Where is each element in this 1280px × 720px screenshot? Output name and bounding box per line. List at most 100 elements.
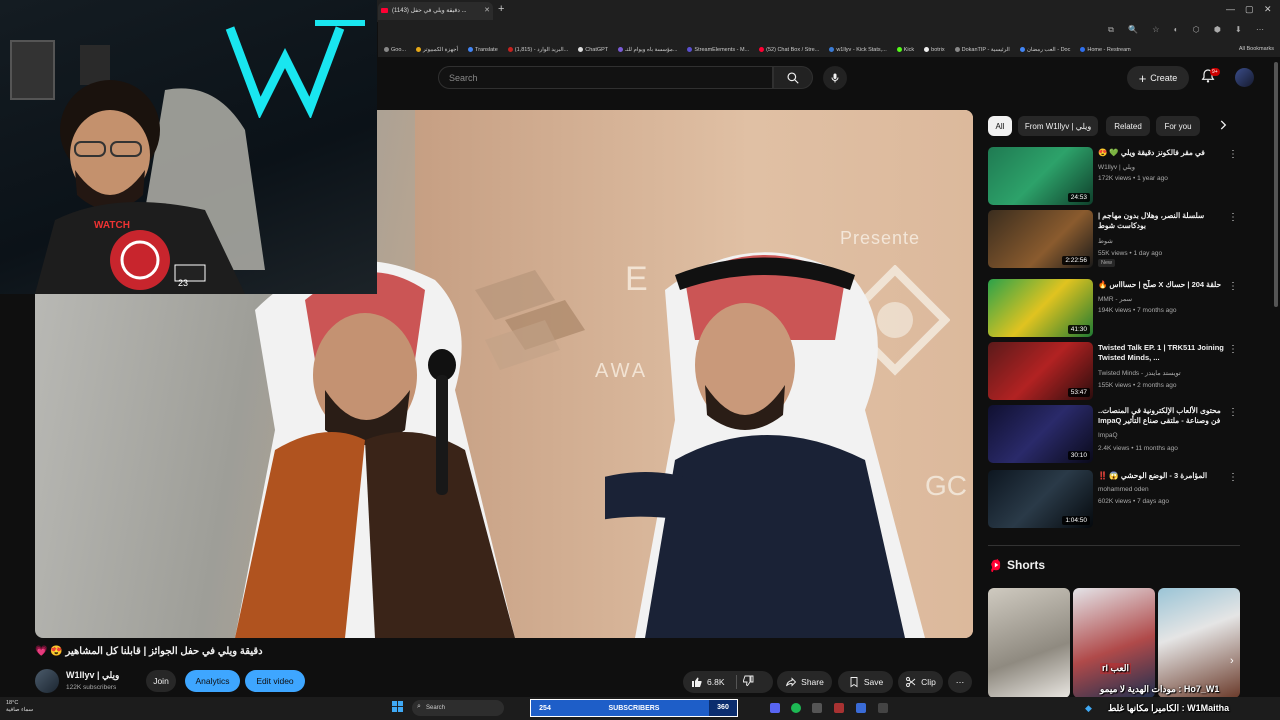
app-icon[interactable] bbox=[878, 703, 888, 713]
more-horizontal-icon: ⋯ bbox=[955, 676, 965, 687]
join-button[interactable]: Join bbox=[146, 670, 176, 692]
microphone-icon bbox=[831, 73, 839, 83]
short-thumbnail[interactable] bbox=[1158, 588, 1240, 698]
more-vertical-icon[interactable]: ⋮ bbox=[1228, 472, 1238, 483]
weather-widget[interactable]: 18°C سماء صافية bbox=[6, 700, 33, 714]
rec-title[interactable]: حلقة 204 | حساك X صلّح | حساااس 🔥 bbox=[1098, 280, 1226, 290]
bookmark-item[interactable]: البريد الوارد - (1,815)... bbox=[507, 47, 568, 53]
video-thumbnail[interactable]: 53:47 bbox=[988, 342, 1093, 400]
share-button[interactable]: Share bbox=[777, 671, 832, 693]
rec-title[interactable]: Twisted Talk EP. 1 | TRK511 Joining Twis… bbox=[1098, 343, 1226, 363]
bookmark-item[interactable]: w1llyv - Kick Stats,... bbox=[829, 47, 887, 53]
dislike-button[interactable] bbox=[742, 675, 754, 689]
short-thumbnail[interactable] bbox=[1073, 588, 1155, 698]
bookmark-item[interactable]: مؤسسة باه ويوام للتـ... bbox=[618, 47, 677, 53]
more-vertical-icon[interactable]: ⋮ bbox=[1228, 212, 1238, 223]
more-actions-button[interactable]: ⋯ bbox=[948, 671, 972, 693]
tab-close-icon[interactable]: ✕ bbox=[484, 2, 490, 20]
short-thumbnail[interactable] bbox=[988, 588, 1070, 698]
bookmark-item[interactable]: Translate bbox=[468, 47, 498, 53]
voice-search-button[interactable] bbox=[823, 66, 847, 90]
recommended-video[interactable]: 2:22:56 سلسلة النصر، وهلال بدون مهاجم | … bbox=[988, 210, 1240, 268]
recommended-video[interactable]: 53:47 Twisted Talk EP. 1 | TRK511 Joinin… bbox=[988, 342, 1240, 400]
bookmark-item[interactable]: Home - Restream bbox=[1080, 47, 1131, 53]
rec-channel[interactable]: W1llyv | ويلي bbox=[1098, 163, 1135, 171]
app-icon[interactable] bbox=[812, 703, 822, 713]
duration-badge: 30:10 bbox=[1067, 451, 1090, 460]
all-bookmarks-link[interactable]: All Bookmarks bbox=[1239, 46, 1274, 52]
chip-all[interactable]: All bbox=[988, 116, 1012, 136]
channel-avatar[interactable] bbox=[35, 669, 59, 693]
search-button[interactable] bbox=[773, 66, 813, 89]
chevron-right-icon[interactable] bbox=[1216, 118, 1230, 137]
maximize-icon[interactable]: ▢ bbox=[1245, 4, 1254, 15]
edit-video-button[interactable]: Edit video bbox=[245, 670, 305, 692]
rec-channel[interactable]: Twisted Minds - تويستد مايندز bbox=[1098, 369, 1181, 377]
account-avatar[interactable] bbox=[1235, 68, 1254, 87]
rec-title[interactable]: محتوى الألعاب الإلكترونية في المنصات.. ف… bbox=[1098, 406, 1226, 426]
video-thumbnail[interactable]: 2:22:56 bbox=[988, 210, 1093, 268]
create-label: Create bbox=[1150, 73, 1178, 83]
windows-start-icon[interactable] bbox=[392, 701, 403, 712]
chip-for-you[interactable]: For you bbox=[1156, 116, 1200, 136]
clip-button[interactable]: Clip bbox=[898, 671, 943, 693]
taskbar-search[interactable]: ⌕ Search bbox=[412, 700, 504, 716]
chip-from-channel[interactable]: From W1llyv | ويلي bbox=[1018, 116, 1098, 136]
recommended-video[interactable]: 30:10 محتوى الألعاب الإلكترونية في المنص… bbox=[988, 405, 1240, 463]
new-tab-button[interactable]: + bbox=[498, 3, 504, 15]
video-thumbnail[interactable]: 1:04:50 bbox=[988, 470, 1093, 528]
channel-name[interactable]: W1llyv | ويلي bbox=[66, 670, 119, 681]
rec-channel[interactable]: MMR - سمر bbox=[1098, 295, 1132, 303]
share-label: Share bbox=[801, 677, 824, 687]
bookmark-item[interactable]: أجهزة الكمبيوتر bbox=[415, 47, 458, 53]
bookmark-item[interactable]: StreamElements - M... bbox=[687, 47, 749, 53]
recommended-video[interactable]: 41:30 حلقة 204 | حساك X صلّح | حساااس 🔥 … bbox=[988, 279, 1240, 337]
more-vertical-icon[interactable]: ⋮ bbox=[1228, 281, 1238, 292]
shorts-next-icon[interactable]: › bbox=[1230, 655, 1234, 667]
bookmark-item[interactable]: العب رمضان - Doc bbox=[1019, 47, 1070, 53]
page-scrollbar[interactable] bbox=[1274, 62, 1278, 307]
subscriber-count: 122K subscribers bbox=[66, 684, 117, 691]
bookmark-item[interactable]: ChatGPT bbox=[578, 47, 608, 53]
divider bbox=[988, 545, 1240, 546]
rec-meta: 602K views • 7 days ago bbox=[1098, 498, 1169, 505]
browser-tab-active[interactable]: (1143) دقيقة ويلي في حفل ... ✕ bbox=[378, 2, 493, 20]
bookmark-item[interactable]: (52) Chat Box / Stre... bbox=[759, 47, 819, 53]
extension-icons[interactable]: ⧉ 🔍 ☆ ◐ ⬡ ⬢ ⬇ ⋯ bbox=[1108, 25, 1270, 35]
minimize-icon[interactable]: — bbox=[1226, 4, 1235, 14]
window-close-icon[interactable]: ✕ bbox=[1264, 4, 1272, 15]
recommended-video[interactable]: 24:53 في مقر فالكونز دقيقة ويلي 💚 😍 W1ll… bbox=[988, 147, 1240, 205]
bookmark-item[interactable]: Goo... bbox=[384, 47, 406, 53]
analytics-button[interactable]: Analytics bbox=[185, 670, 240, 692]
spotify-icon[interactable] bbox=[791, 703, 801, 713]
rec-title[interactable]: المؤامرة 3 - الوضع الوحشي 😱 ‼️ bbox=[1098, 471, 1226, 481]
sub-count-goal: 360 bbox=[709, 700, 737, 716]
create-button[interactable]: + Create bbox=[1127, 66, 1189, 90]
tray-icon[interactable]: ◆ bbox=[1085, 703, 1092, 714]
bookmark-item[interactable]: Kick bbox=[896, 47, 914, 53]
more-vertical-icon[interactable]: ⋮ bbox=[1228, 344, 1238, 355]
rec-channel[interactable]: ImpaQ bbox=[1098, 432, 1118, 439]
video-thumbnail[interactable]: 30:10 bbox=[988, 405, 1093, 463]
sub-count-current: 254 bbox=[539, 704, 551, 712]
chip-related[interactable]: Related bbox=[1106, 116, 1150, 136]
recommended-video[interactable]: 1:04:50 المؤامرة 3 - الوضع الوحشي 😱 ‼️ m… bbox=[988, 470, 1240, 528]
rec-title[interactable]: في مقر فالكونز دقيقة ويلي 💚 😍 bbox=[1098, 148, 1226, 158]
app-icon[interactable] bbox=[834, 703, 844, 713]
bookmark-item[interactable]: botrix bbox=[924, 47, 945, 53]
video-thumbnail[interactable]: 24:53 bbox=[988, 147, 1093, 205]
like-button[interactable]: 6.8K bbox=[691, 676, 725, 688]
app-icon[interactable] bbox=[856, 703, 866, 713]
clip-label: Clip bbox=[921, 677, 936, 687]
rec-title[interactable]: سلسلة النصر، وهلال بدون مهاجم | بودكاست … bbox=[1098, 211, 1226, 231]
bookmark-item[interactable]: DokanTIP - الرئيسية bbox=[954, 47, 1010, 53]
rec-channel[interactable]: شوط bbox=[1098, 237, 1113, 245]
bookmarks-bar: Goo... أجهزة الكمبيوتر Translate البريد … bbox=[378, 42, 1280, 57]
save-button[interactable]: Save bbox=[838, 671, 893, 693]
rec-channel[interactable]: mohammed oden bbox=[1098, 486, 1149, 493]
more-vertical-icon[interactable]: ⋮ bbox=[1228, 149, 1238, 160]
more-vertical-icon[interactable]: ⋮ bbox=[1228, 407, 1238, 418]
discord-icon[interactable] bbox=[770, 703, 780, 713]
video-thumbnail[interactable]: 41:30 bbox=[988, 279, 1093, 337]
search-input[interactable]: Search bbox=[438, 66, 773, 89]
